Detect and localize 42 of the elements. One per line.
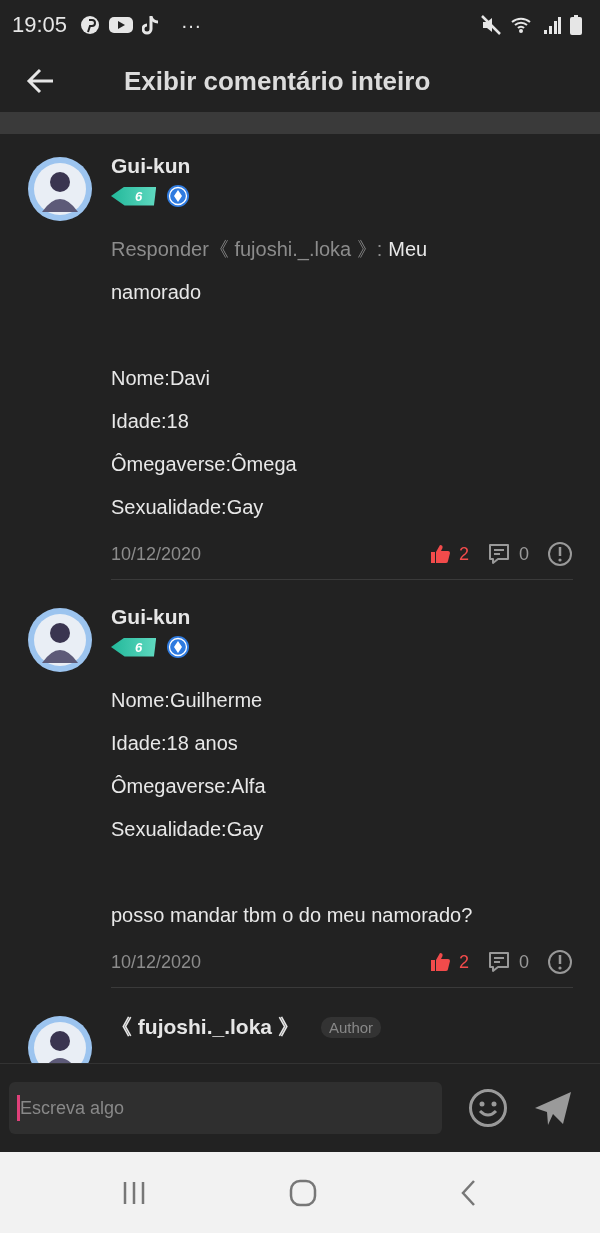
signal-icon — [543, 16, 561, 34]
comment-line: Idade:18 — [111, 409, 190, 434]
comment-line: Sexualidade:Gay — [111, 495, 265, 520]
comment-input-field[interactable]: Escreva algo — [9, 1082, 442, 1134]
report-icon[interactable] — [547, 949, 573, 975]
like-button[interactable]: 2 — [428, 543, 469, 565]
back-icon[interactable] — [26, 66, 56, 96]
comment-line: posso mandar tbm o do meu namorado? — [111, 903, 474, 928]
play-icon — [109, 16, 134, 34]
comment-line: Idade:18 anos — [111, 731, 239, 756]
avatar[interactable] — [25, 154, 95, 224]
report-icon[interactable] — [547, 541, 573, 567]
emoji-icon[interactable] — [468, 1088, 508, 1128]
text-cursor — [17, 1095, 20, 1121]
battery-icon — [570, 15, 582, 35]
author-name[interactable]: 《 fujoshi._.loka 》 — [111, 1013, 299, 1041]
clock: 19:05 — [12, 12, 68, 38]
comment-line: Nome:Davi — [111, 366, 211, 391]
reply-button[interactable]: 0 — [487, 542, 529, 566]
avatar[interactable] — [25, 1013, 95, 1063]
level-badge: 6 — [111, 637, 157, 657]
reply-button[interactable]: 0 — [487, 950, 529, 974]
comment-line: Ômegaverse:Alfa — [111, 774, 267, 799]
page-title: Exibir comentário inteiro — [124, 65, 431, 97]
avatar[interactable] — [25, 605, 95, 675]
comment-line: Sexualidade:Gay — [111, 817, 265, 842]
comment-line: Nome:Guilherme — [111, 688, 264, 713]
home-icon[interactable] — [289, 1178, 317, 1207]
note-icon — [142, 15, 161, 35]
mute-icon — [481, 15, 501, 35]
comment-line: Ômegaverse:Ômega — [111, 452, 298, 477]
author-tag: Author — [320, 1016, 382, 1038]
level-badge: 6 — [111, 186, 157, 206]
author-name[interactable]: Gui-kun — [111, 605, 191, 629]
more-notifications: ··· — [181, 13, 202, 37]
author-name[interactable]: Gui-kun — [111, 154, 191, 178]
send-icon[interactable] — [534, 1090, 572, 1126]
comment-date: 10/12/2020 — [111, 543, 202, 565]
comment-date: 10/12/2020 — [111, 951, 202, 973]
recent-apps-icon[interactable] — [121, 1179, 147, 1206]
like-button[interactable]: 2 — [428, 951, 469, 973]
comment-line: Responder《 fujoshi._.loka 》: Meu namorado — [111, 237, 429, 305]
